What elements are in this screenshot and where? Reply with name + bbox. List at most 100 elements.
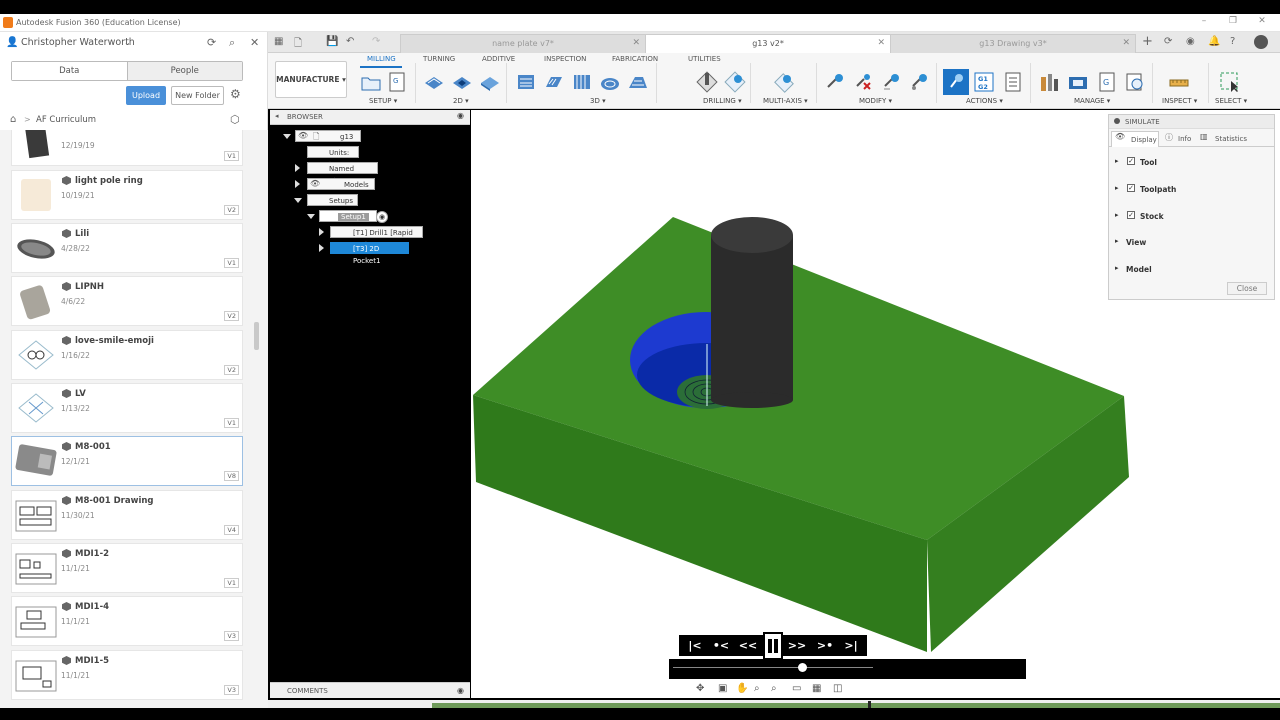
workspace-switcher[interactable]: MANUFACTURE ▾ <box>275 61 347 98</box>
tool-library-icon[interactable] <box>1038 71 1060 93</box>
measure-icon[interactable] <box>1168 71 1190 93</box>
group-3d-label[interactable]: 3D ▾ <box>590 97 606 105</box>
minimize-button[interactable]: – <box>1197 16 1211 29</box>
user-name[interactable]: Christopher Waterworth <box>21 37 135 48</box>
trim-toolpath-icon[interactable] <box>824 71 846 93</box>
previous-operation-icon[interactable]: •< <box>709 636 733 655</box>
step-back-icon[interactable]: << <box>736 636 760 655</box>
zoom-icon[interactable]: ⌕ <box>754 683 760 694</box>
new-design-icon[interactable]: ⬡ <box>230 113 240 126</box>
expand-arrow-icon[interactable]: ▸ <box>1115 211 1119 219</box>
tab-data[interactable]: Data <box>12 62 128 80</box>
visibility-eye-icon[interactable]: 👁 <box>310 179 320 188</box>
viewports-icon[interactable]: ◫ <box>833 683 842 694</box>
tree-node-2d-pocket1[interactable]: [T3] 2D Pocket1 <box>330 242 409 265</box>
notifications-icon[interactable]: 🔔 <box>1208 36 1220 47</box>
version-badge[interactable]: V1 <box>224 578 239 588</box>
version-badge[interactable]: V2 <box>224 205 239 215</box>
file-card[interactable]: MDI1-2 11/1/21 V1 <box>11 543 243 593</box>
delete-toolpath-icon[interactable] <box>852 71 874 93</box>
timeline-handle[interactable] <box>798 663 807 672</box>
browser-header[interactable]: ◂ BROWSER ◉ <box>270 110 470 125</box>
search-icon[interactable]: ⌕ <box>229 36 235 50</box>
tree-node-setups[interactable]: Setups <box>307 194 358 206</box>
3d-pocket-icon[interactable] <box>543 71 565 93</box>
file-card[interactable]: 12/19/19 V1 <box>11 130 243 166</box>
group-2d-label[interactable]: 2D ▾ <box>453 97 469 105</box>
version-badge[interactable]: V3 <box>224 631 239 641</box>
expand-arrow-icon[interactable]: ▸ <box>1115 237 1119 245</box>
close-button[interactable]: Close <box>1227 282 1267 295</box>
3d-contour-icon[interactable] <box>599 71 621 93</box>
grid-menu-icon[interactable]: ▦ <box>274 36 283 47</box>
expand-arrow-icon[interactable]: ▸ <box>1115 264 1119 272</box>
file-card[interactable]: light pole ring 10/19/21 V2 <box>11 170 243 220</box>
toolpath-checkbox[interactable]: ✓ <box>1127 184 1135 192</box>
file-menu-icon[interactable]: 🗋 <box>294 36 302 53</box>
drill-icon[interactable] <box>696 71 718 93</box>
orbit-icon[interactable]: ✥ <box>696 683 704 694</box>
setup-folder-icon[interactable] <box>360 71 382 93</box>
close-panel-icon[interactable]: ✕ <box>250 36 259 49</box>
group-multi-axis-label[interactable]: MULTI-AXIS ▾ <box>763 97 808 105</box>
setup-target-icon[interactable]: ◉ <box>376 211 388 223</box>
close-tab-icon[interactable]: ✕ <box>632 35 640 52</box>
help-icon[interactable]: ? <box>1230 36 1235 47</box>
comments-bar[interactable]: COMMENTS ◉ <box>270 682 470 698</box>
tree-node-setup1[interactable]: Setup1 <box>319 210 377 222</box>
look-at-icon[interactable]: ▣ <box>718 683 727 694</box>
pan-icon[interactable]: ✋ <box>736 683 748 694</box>
file-card[interactable]: MDI1-4 11/1/21 V3 <box>11 596 243 646</box>
tree-node-units[interactable]: Units: in <box>307 146 359 169</box>
pause-button[interactable] <box>763 632 783 660</box>
tab-utilities[interactable]: UTILITIES <box>688 55 721 63</box>
tree-node-drill1[interactable]: [T1] Drill1 [Rapid out] <box>330 226 423 249</box>
collapse-arrow-icon[interactable]: ◂ <box>275 112 279 120</box>
group-manage-label[interactable]: MANAGE ▾ <box>1074 97 1110 105</box>
file-card-selected[interactable]: M8-001 12/1/21 V8 <box>11 436 243 486</box>
tab-people[interactable]: People <box>127 62 242 80</box>
new-tab-icon[interactable]: + <box>1142 34 1153 49</box>
version-badge[interactable]: V2 <box>224 311 239 321</box>
tab-name-plate[interactable]: name plate v7* ✕ <box>400 34 646 53</box>
pin-icon[interactable]: ◉ <box>457 686 464 695</box>
version-badge[interactable]: V1 <box>224 151 239 161</box>
expand-arrow-icon[interactable] <box>295 180 300 188</box>
file-card[interactable]: M8-001 Drawing 11/30/21 V4 <box>11 490 243 540</box>
online-status-icon[interactable]: ◉ <box>1186 36 1195 47</box>
close-window-button[interactable]: ✕ <box>1255 16 1269 29</box>
close-tab-icon[interactable]: ✕ <box>877 35 885 52</box>
expand-arrow-icon[interactable] <box>283 134 291 139</box>
3d-adaptive-icon[interactable] <box>515 71 537 93</box>
step-forward-icon[interactable]: >> <box>785 636 809 655</box>
skip-to-end-icon[interactable]: >| <box>839 636 863 655</box>
nc-program-icon[interactable]: G <box>386 71 408 93</box>
file-card[interactable]: LIPNH 4/6/22 V2 <box>11 276 243 326</box>
undo-icon[interactable]: ↶ <box>346 36 354 47</box>
row-toolpath[interactable]: ▸ ✓ Toolpath <box>1109 180 1274 198</box>
chevron-down-icon[interactable]: ⌄ <box>124 38 131 47</box>
expand-arrow-icon[interactable] <box>295 164 300 172</box>
next-operation-icon[interactable]: >• <box>813 636 837 655</box>
expand-arrow-icon[interactable] <box>307 214 315 219</box>
expand-arrow-icon[interactable]: ▸ <box>1115 184 1119 192</box>
breadcrumb-folder[interactable]: AF Curriculum <box>36 115 96 125</box>
group-drilling-label[interactable]: DRILLING ▾ <box>703 97 742 105</box>
3d-scallop-icon[interactable] <box>627 71 649 93</box>
tool-checkbox[interactable]: ✓ <box>1127 157 1135 165</box>
tab-g13-drawing[interactable]: g13 Drawing v3* ✕ <box>890 34 1136 53</box>
version-badge[interactable]: V8 <box>224 471 239 481</box>
simulate-icon[interactable] <box>943 69 969 95</box>
extensions-icon[interactable]: ⟳ <box>1164 36 1172 47</box>
save-icon[interactable]: 💾 <box>326 36 338 47</box>
version-badge[interactable]: V2 <box>224 365 239 375</box>
template-library-icon[interactable] <box>1124 71 1146 93</box>
new-folder-button[interactable]: New Folder <box>171 86 224 105</box>
fit-icon[interactable]: ⌕ <box>771 683 777 694</box>
post-process-icon[interactable]: G1G2 <box>973 71 995 93</box>
file-list-scrollbar[interactable] <box>254 322 259 350</box>
2d-pocket-icon[interactable] <box>451 71 473 93</box>
hole-recognition-icon[interactable] <box>724 71 746 93</box>
group-actions-label[interactable]: ACTIONS ▾ <box>966 97 1003 105</box>
row-model[interactable]: ▸ Model <box>1109 260 1274 278</box>
